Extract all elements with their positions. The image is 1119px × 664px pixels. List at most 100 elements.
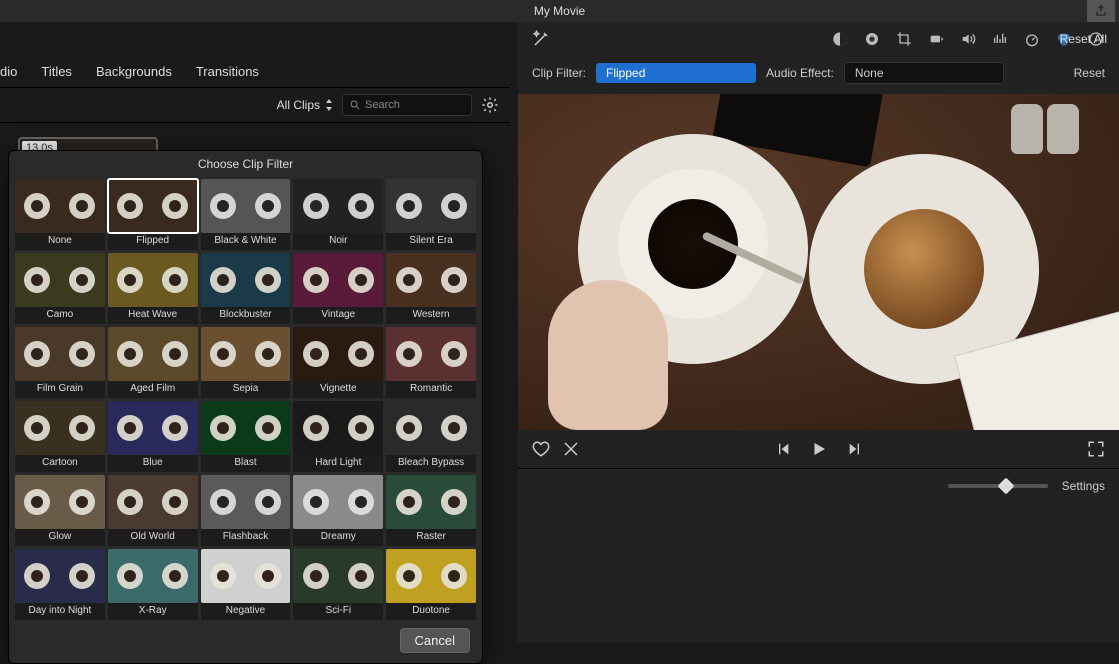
clip-filter-button[interactable]: Flipped xyxy=(596,63,756,83)
filter-item-negative[interactable]: Negative xyxy=(201,549,291,620)
reset-button[interactable]: Reset xyxy=(1074,66,1105,80)
filter-item-x-ray[interactable]: X-Ray xyxy=(108,549,198,620)
search-input[interactable]: Search xyxy=(342,94,472,116)
window-titlebar: My Movie xyxy=(0,0,1119,22)
filter-label: Blast xyxy=(201,455,291,472)
clip-filter-label: Clip Filter: xyxy=(532,66,586,80)
filter-label: Western xyxy=(386,307,476,324)
filter-grid: NoneFlippedBlack & WhiteNoirSilent Era Ca… xyxy=(9,179,482,620)
color-balance-icon[interactable] xyxy=(831,30,849,48)
video-preview[interactable] xyxy=(518,94,1119,430)
filter-label: Raster xyxy=(386,529,476,546)
filter-label: Heat Wave xyxy=(108,307,198,324)
filter-item-hard-light[interactable]: Hard Light xyxy=(293,401,383,472)
filter-item-day-into-night[interactable]: Day into Night xyxy=(15,549,105,620)
audio-effect-label: Audio Effect: xyxy=(766,66,834,80)
playback-bar xyxy=(518,430,1119,468)
color-wheel-icon[interactable] xyxy=(863,30,881,48)
filter-item-old-world[interactable]: Old World xyxy=(108,475,198,546)
filter-label: Blockbuster xyxy=(201,307,291,324)
filter-label: Negative xyxy=(201,603,291,620)
share-button[interactable] xyxy=(1087,0,1115,22)
filter-item-black-white[interactable]: Black & White xyxy=(201,179,291,250)
filter-item-silent-era[interactable]: Silent Era xyxy=(386,179,476,250)
filter-item-sepia[interactable]: Sepia xyxy=(201,327,291,398)
stabilize-icon[interactable] xyxy=(927,30,945,48)
filter-item-heat-wave[interactable]: Heat Wave xyxy=(108,253,198,324)
allclips-label: All Clips xyxy=(277,98,320,112)
filter-item-bleach-bypass[interactable]: Bleach Bypass xyxy=(386,401,476,472)
filter-item-blue[interactable]: Blue xyxy=(108,401,198,472)
allclips-dropdown[interactable]: All Clips xyxy=(277,98,334,112)
reject-icon[interactable] xyxy=(562,440,580,458)
crop-icon[interactable] xyxy=(895,30,913,48)
filter-label: Silent Era xyxy=(386,233,476,250)
filter-label: Sepia xyxy=(201,381,291,398)
filter-label: Romantic xyxy=(386,381,476,398)
prev-icon[interactable] xyxy=(774,440,792,458)
filter-item-cartoon[interactable]: Cartoon xyxy=(15,401,105,472)
filter-item-vintage[interactable]: Vintage xyxy=(293,253,383,324)
filter-label: Glow xyxy=(15,529,105,546)
filter-label: Sci-Fi xyxy=(293,603,383,620)
volume-icon[interactable] xyxy=(959,30,977,48)
filter-item-duotone[interactable]: Duotone xyxy=(386,549,476,620)
speed-icon[interactable] xyxy=(1023,30,1041,48)
filter-item-blockbuster[interactable]: Blockbuster xyxy=(201,253,291,324)
filter-item-flipped[interactable]: Flipped xyxy=(108,179,198,250)
fullscreen-icon[interactable] xyxy=(1087,440,1105,458)
filter-label: X-Ray xyxy=(108,603,198,620)
filter-item-none[interactable]: None xyxy=(15,179,105,250)
chooser-title: Choose Clip Filter xyxy=(9,151,482,179)
filter-label: None xyxy=(15,233,105,250)
filter-label: Day into Night xyxy=(15,603,105,620)
browser-toolbar: All Clips Search xyxy=(0,88,510,123)
tab-transitions[interactable]: Transitions xyxy=(196,64,259,79)
tab-backgrounds[interactable]: Backgrounds xyxy=(96,64,172,79)
filter-item-camo[interactable]: Camo xyxy=(15,253,105,324)
filter-item-aged-film[interactable]: Aged Film xyxy=(108,327,198,398)
filter-item-noir[interactable]: Noir xyxy=(293,179,383,250)
filter-item-sci-fi[interactable]: Sci-Fi xyxy=(293,549,383,620)
choose-clip-filter-dialog: Choose Clip Filter NoneFlippedBlack & Wh… xyxy=(8,150,483,664)
next-icon[interactable] xyxy=(846,440,864,458)
filter-item-raster[interactable]: Raster xyxy=(386,475,476,546)
filter-label: Hard Light xyxy=(293,455,383,472)
reset-all-button[interactable]: Reset All xyxy=(1060,32,1107,46)
zoom-slider[interactable] xyxy=(948,484,1048,488)
filter-item-western[interactable]: Western xyxy=(386,253,476,324)
play-icon[interactable] xyxy=(810,440,828,458)
filter-label: Aged Film xyxy=(108,381,198,398)
filter-label: Camo xyxy=(15,307,105,324)
viewer-pane: Reset All Clip Filter: Flipped Audio Eff… xyxy=(518,22,1119,643)
filter-item-dreamy[interactable]: Dreamy xyxy=(293,475,383,546)
gear-icon[interactable] xyxy=(480,95,500,115)
magic-wand-icon[interactable] xyxy=(532,30,550,48)
filter-item-glow[interactable]: Glow xyxy=(15,475,105,546)
filter-label: Vignette xyxy=(293,381,383,398)
filter-label: Bleach Bypass xyxy=(386,455,476,472)
timeline-controls: Settings xyxy=(518,468,1119,503)
favorite-icon[interactable] xyxy=(532,440,550,458)
tab-titles[interactable]: Titles xyxy=(41,64,72,79)
settings-button[interactable]: Settings xyxy=(1062,479,1105,493)
filter-label: Flashback xyxy=(201,529,291,546)
filter-label: Flipped xyxy=(108,233,198,250)
tab-audio[interactable]: dio xyxy=(0,64,17,79)
filter-label: Blue xyxy=(108,455,198,472)
audio-effect-button[interactable]: None xyxy=(844,62,1004,84)
filter-label: Duotone xyxy=(386,603,476,620)
filter-item-romantic[interactable]: Romantic xyxy=(386,327,476,398)
filter-label: Noir xyxy=(293,233,383,250)
equalizer-icon[interactable] xyxy=(991,30,1009,48)
filter-item-blast[interactable]: Blast xyxy=(201,401,291,472)
filter-item-film-grain[interactable]: Film Grain xyxy=(15,327,105,398)
search-placeholder: Search xyxy=(365,99,400,111)
filter-label: Old World xyxy=(108,529,198,546)
filter-item-vignette[interactable]: Vignette xyxy=(293,327,383,398)
browser-tabs: dio Titles Backgrounds Transitions xyxy=(0,56,510,88)
cancel-button[interactable]: Cancel xyxy=(400,628,470,653)
filter-label: Black & White xyxy=(201,233,291,250)
filter-controls-row: Clip Filter: Flipped Audio Effect: None … xyxy=(518,56,1119,94)
filter-item-flashback[interactable]: Flashback xyxy=(201,475,291,546)
